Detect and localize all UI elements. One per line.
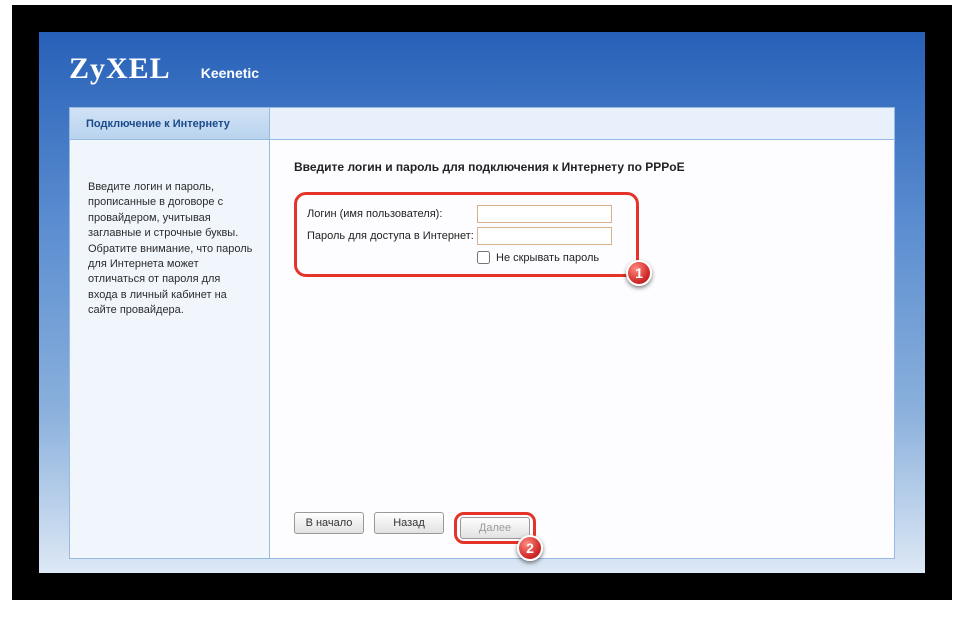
show-password-checkbox[interactable]	[477, 251, 490, 264]
header: ZyXEL Keenetic	[39, 32, 925, 107]
brand-logo: ZyXEL	[69, 52, 171, 86]
sidebar: Подключение к Интернету Введите логин и …	[70, 108, 270, 558]
main-area: Введите логин и пароль для подключения к…	[270, 108, 894, 558]
password-input[interactable]	[477, 227, 612, 245]
login-label: Логин (имя пользователя):	[307, 208, 477, 220]
router-panel: ZyXEL Keenetic Подключение к Интернету В…	[39, 32, 925, 573]
main-strip	[270, 108, 894, 140]
section-title: Введите логин и пароль для подключения к…	[294, 160, 870, 174]
wizard-buttons: В начало Назад Далее 2	[294, 512, 536, 544]
screenshot-frame: ZyXEL Keenetic Подключение к Интернету В…	[12, 5, 952, 600]
back-button[interactable]: Назад	[374, 512, 444, 534]
help-text: Введите логин и пароль, прописанные в до…	[88, 180, 253, 319]
annotation-marker-1: 1	[626, 260, 652, 286]
annotation-marker-2: 2	[517, 535, 543, 561]
password-label: Пароль для доступа в Интернет:	[307, 230, 477, 242]
product-name: Keenetic	[201, 65, 259, 81]
show-password-label: Не скрывать пароль	[496, 252, 599, 264]
tab-internet-connection[interactable]: Подключение к Интернету	[70, 108, 269, 140]
next-button[interactable]: Далее	[460, 517, 530, 539]
home-button[interactable]: В начало	[294, 512, 364, 534]
credentials-form: Логин (имя пользователя): Пароль для дос…	[294, 192, 639, 277]
next-button-highlight: Далее 2	[454, 512, 536, 544]
login-input[interactable]	[477, 205, 612, 223]
main-body: Введите логин и пароль для подключения к…	[270, 140, 894, 558]
sidebar-body: Введите логин и пароль, прописанные в до…	[70, 140, 269, 558]
content-card: Подключение к Интернету Введите логин и …	[69, 107, 895, 559]
